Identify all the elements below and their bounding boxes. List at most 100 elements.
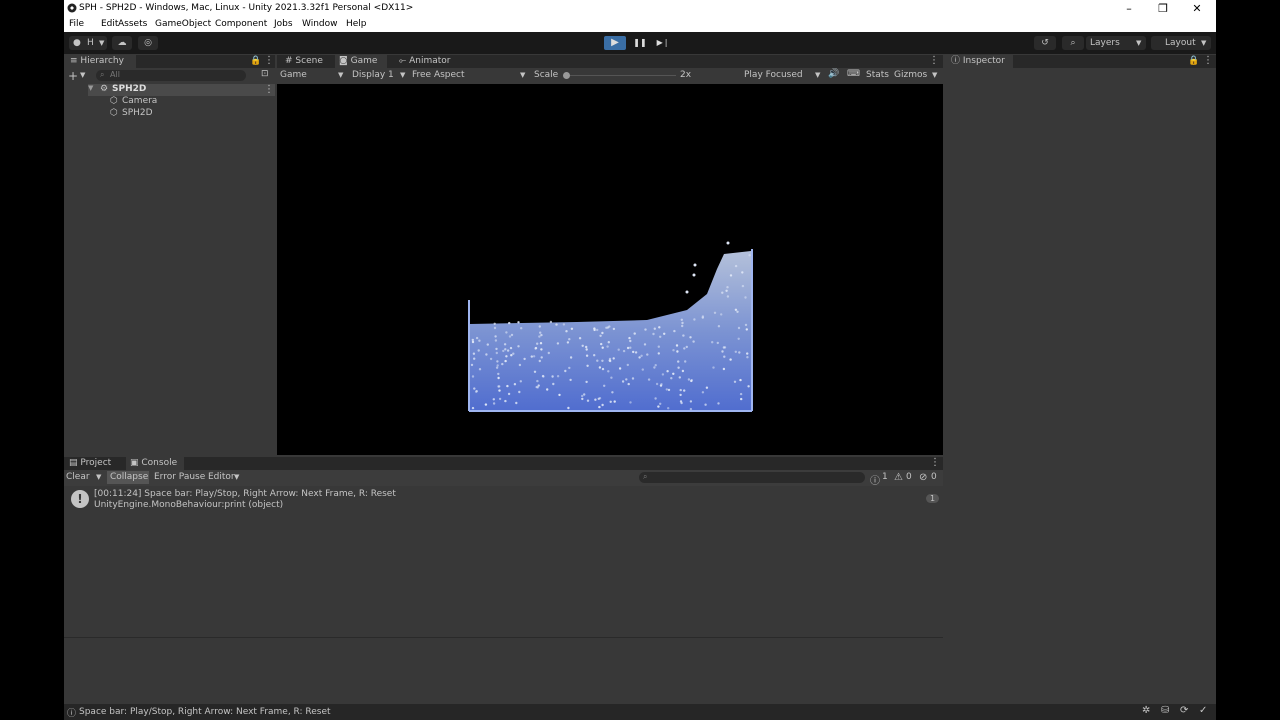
fluid-particle <box>734 308 738 311</box>
stats-button[interactable]: Stats <box>866 70 889 80</box>
chevron-down-icon[interactable]: ▼ <box>88 84 93 92</box>
fluid-particle <box>536 342 539 345</box>
fluid-particle <box>679 400 683 403</box>
aspect-label: Free Aspect <box>412 70 465 80</box>
tab-label: Project <box>80 458 112 468</box>
tab-project[interactable]: ▤ Project <box>66 457 122 470</box>
fluid-particle <box>556 375 560 378</box>
more-options-icon[interactable]: ⋮ <box>930 457 940 468</box>
close-button[interactable]: ✕ <box>1180 0 1214 17</box>
fluid-particle <box>568 338 571 341</box>
menu-component[interactable]: Component <box>215 19 267 29</box>
editor-dropdown[interactable]: Editor ▼ <box>208 472 244 484</box>
scene-row[interactable]: ▼ ⚙ SPH2D ⋮ <box>88 84 275 96</box>
fluid-particle <box>672 372 675 375</box>
fluid-particle <box>512 352 515 355</box>
lock-icon[interactable]: 🔒 <box>250 56 261 66</box>
collab-button[interactable]: ◎ <box>138 36 158 50</box>
fluid-particle <box>493 326 497 330</box>
fluid-particle <box>470 363 474 367</box>
tab-animator[interactable]: ⟜ Animator <box>395 55 455 68</box>
chevron-down-icon: ▼ <box>400 71 406 79</box>
hierarchy-list: ▼ ⚙ SPH2D ⋮ ⬡ Camera ⬡ SPH2D <box>64 84 275 455</box>
minimize-button[interactable]: – <box>1112 0 1146 17</box>
scale-slider-thumb[interactable] <box>563 72 570 79</box>
lock-icon[interactable]: 🔒 <box>1188 56 1199 66</box>
fluid-particle <box>684 360 687 363</box>
console-entry[interactable]: ! [00:11:24] Space bar: Play/Stop, Right… <box>64 488 943 512</box>
log-count-toggle[interactable]: ⓘ 1 <box>870 472 890 487</box>
hierarchy-item-sph2d[interactable]: ⬡ SPH2D <box>108 108 268 120</box>
hierarchy-item-camera[interactable]: ⬡ Camera <box>108 96 268 108</box>
inspector-panel: ⓘ Inspector 🔒 ⋮ <box>945 55 1216 703</box>
fluid-particle <box>556 342 560 345</box>
database-icon[interactable]: ⛁ <box>1161 705 1169 716</box>
fluid-particle <box>744 323 748 327</box>
warning-count-toggle[interactable]: ⚠ 0 <box>894 472 914 484</box>
cloud-button[interactable]: ☁ <box>112 36 132 50</box>
filter-icon[interactable]: ⊡ <box>261 69 269 79</box>
fluid-particle <box>737 326 741 330</box>
menu-jobs[interactable]: Jobs <box>274 19 293 29</box>
add-icon[interactable]: + <box>68 69 78 83</box>
aspect-dropdown[interactable]: Free Aspect ▼ <box>412 70 527 82</box>
progress-icon[interactable]: ⟳ <box>1180 705 1188 716</box>
fluid-particle <box>643 343 647 346</box>
debug-icon[interactable]: ✲ <box>1142 705 1150 716</box>
game-view[interactable] <box>277 84 943 455</box>
speaker-icon[interactable]: 🔊 <box>828 69 839 79</box>
play-button[interactable]: ▶ <box>604 36 626 50</box>
menu-window[interactable]: Window <box>302 19 338 29</box>
maximize-button[interactable]: ❐ <box>1146 0 1180 17</box>
game-mode-dropdown[interactable]: Game ▼ <box>280 70 346 82</box>
fluid-particle <box>613 400 616 403</box>
more-options-icon[interactable]: ⋮ <box>929 55 939 66</box>
tab-label: Scene <box>295 56 323 66</box>
tab-label: Animator <box>409 56 451 66</box>
fluid-particle <box>598 397 602 400</box>
fluid-particle <box>567 406 570 410</box>
more-options-icon[interactable]: ⋮ <box>264 55 274 66</box>
menu-gameobject[interactable]: GameObject <box>155 19 211 29</box>
chevron-down-icon[interactable]: ▼ <box>932 71 937 79</box>
more-options-icon[interactable]: ⋮ <box>1203 55 1213 66</box>
layers-dropdown[interactable]: Layers ▼ <box>1086 36 1146 50</box>
chevron-down-icon: ▼ <box>1136 39 1142 47</box>
tab-game[interactable]: ◙ Game <box>335 55 387 68</box>
fluid-particle <box>689 407 693 411</box>
fluid-particle <box>473 357 476 360</box>
menu-edit[interactable]: Edit <box>101 19 118 29</box>
collapse-toggle[interactable]: Collapse <box>107 471 149 484</box>
tab-scene[interactable]: # Scene <box>281 55 331 68</box>
inspector-tab-label: Inspector <box>962 56 1005 66</box>
keyboard-icon[interactable]: ⌨ <box>847 69 860 79</box>
play-mode-dropdown[interactable]: Play Focused ▼ <box>744 70 824 82</box>
console-search-input[interactable]: ⌕ <box>639 472 865 483</box>
gizmos-button[interactable]: Gizmos <box>894 70 927 80</box>
hierarchy-search-input[interactable]: ⌕ All <box>96 70 246 81</box>
fluid-particle <box>504 348 507 351</box>
error-count-toggle[interactable]: ⊘ 0 <box>919 472 939 484</box>
chevron-down-icon[interactable]: ▼ <box>80 71 85 79</box>
clear-dropdown[interactable]: Clear ▼ <box>66 472 104 484</box>
account-dropdown[interactable]: ● H ▼ <box>69 36 107 50</box>
display-dropdown[interactable]: Display 1 ▼ <box>352 70 410 82</box>
tab-inspector[interactable]: ⓘ Inspector <box>945 55 1013 68</box>
more-options-icon[interactable]: ⋮ <box>264 84 274 95</box>
menu-file[interactable]: File <box>69 19 84 29</box>
scale-slider[interactable] <box>563 72 676 79</box>
pause-button[interactable]: ❚❚ <box>629 36 651 50</box>
fluid-particle <box>538 335 541 338</box>
layout-dropdown[interactable]: Layout ▼ <box>1151 36 1211 50</box>
fluid-particle <box>685 290 689 294</box>
check-icon[interactable]: ✓ <box>1199 705 1207 716</box>
search-button[interactable]: ⌕ <box>1062 36 1084 50</box>
fluid-particle <box>693 263 697 267</box>
tab-hierarchy[interactable]: ≡ Hierarchy <box>64 55 136 68</box>
undo-history-button[interactable]: ↺ <box>1034 36 1056 50</box>
menu-help[interactable]: Help <box>346 19 367 29</box>
step-button[interactable]: ▶❘ <box>652 36 674 50</box>
tab-console[interactable]: ▣ Console <box>126 457 184 470</box>
menu-assets[interactable]: Assets <box>118 19 147 29</box>
error-pause-toggle[interactable]: Error Pause <box>154 472 205 482</box>
